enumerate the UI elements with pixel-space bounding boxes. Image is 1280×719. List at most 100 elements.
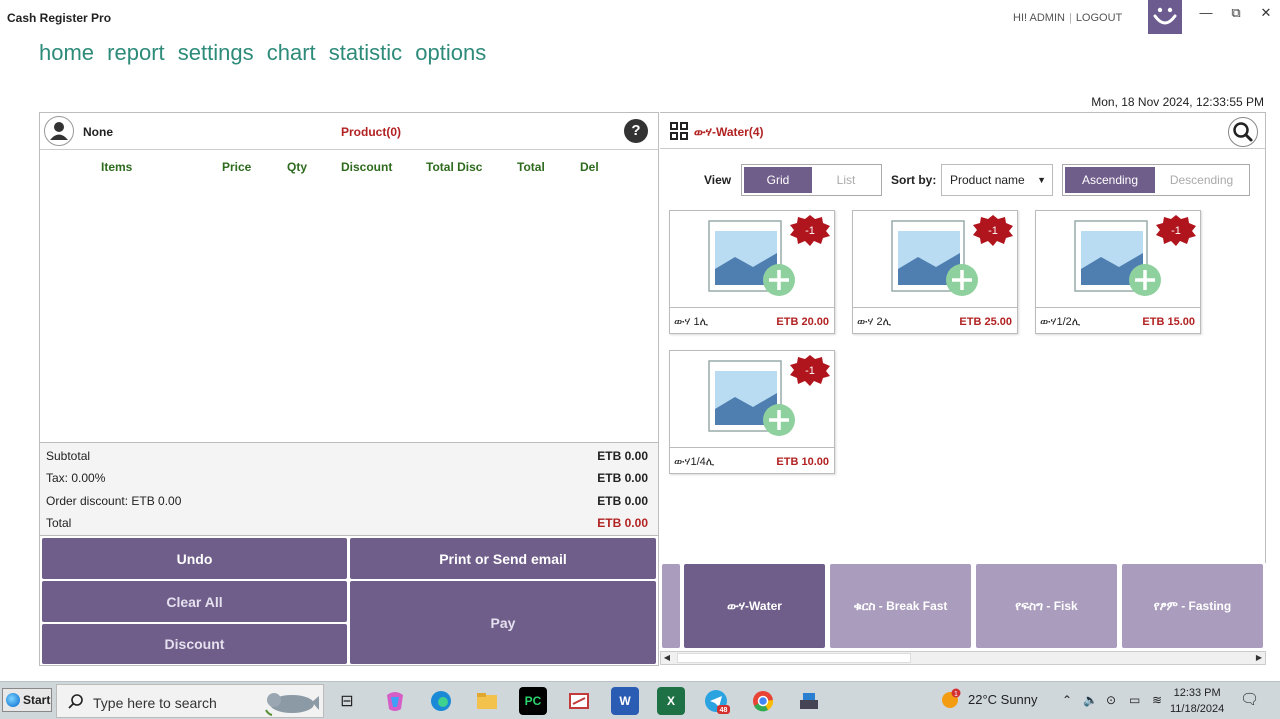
battery-icon[interactable]: ▭ bbox=[1129, 693, 1140, 707]
category-grid-icon[interactable] bbox=[670, 122, 688, 140]
clock-time: 12:33 PM bbox=[1173, 687, 1221, 699]
file-explorer-icon[interactable] bbox=[473, 687, 501, 715]
product-footer: ውሃ1/2ሊ ETB 15.00 bbox=[1036, 307, 1200, 333]
discount-badge-icon: -1 bbox=[790, 215, 830, 246]
copilot-icon[interactable] bbox=[381, 687, 409, 715]
product-footer: ውሃ 1ሊ ETB 20.00 bbox=[670, 307, 834, 333]
ascending-button[interactable]: Ascending bbox=[1065, 167, 1155, 193]
product-card[interactable]: -1 ውሃ 2ሊ ETB 25.00 bbox=[852, 210, 1018, 334]
customer-name[interactable]: None bbox=[83, 125, 113, 139]
scroll-thumb[interactable] bbox=[677, 653, 911, 663]
customer-avatar-icon[interactable] bbox=[44, 116, 74, 146]
nav-chart[interactable]: chart bbox=[267, 40, 316, 65]
manatee-icon bbox=[265, 693, 319, 716]
greeting-label: HI! ADMIN bbox=[1013, 12, 1065, 24]
category-scrollbar[interactable]: ◀ ▶ bbox=[660, 651, 1266, 665]
col-items: Items bbox=[101, 160, 133, 174]
product-image-icon bbox=[891, 220, 978, 296]
minimize-button[interactable]: — bbox=[1194, 4, 1218, 24]
sort-value: Product name bbox=[950, 173, 1025, 187]
telegram-icon[interactable]: 48 bbox=[703, 687, 731, 715]
start-button[interactable]: Start bbox=[2, 688, 52, 712]
title-bar: Cash Register Pro HI! ADMIN | LOGOUT — ⧉ ✕ bbox=[0, 0, 1280, 36]
pay-button[interactable]: Pay bbox=[350, 581, 656, 664]
product-price: ETB 15.00 bbox=[1142, 316, 1195, 328]
category-bar: ውሃ-Water(4) bbox=[660, 112, 1266, 149]
subtotal-label: Subtotal bbox=[46, 449, 91, 463]
category-title: ውሃ-Water(4) bbox=[694, 125, 764, 139]
order-discount-label: Order discount: ETB 0.00 bbox=[46, 494, 182, 508]
word-icon[interactable]: W bbox=[611, 687, 639, 715]
system-clock[interactable]: 12:33 PM 11/18/2024 bbox=[1170, 685, 1224, 717]
descending-button[interactable]: Descending bbox=[1155, 167, 1248, 193]
total-row: Total ETB 0.00 bbox=[46, 516, 648, 532]
order-discount-row: Order discount: ETB 0.00 ETB 0.00 bbox=[46, 494, 648, 510]
search-icon bbox=[68, 694, 83, 709]
main-nav: home report settings chart statistic opt… bbox=[39, 40, 493, 66]
clear-all-button[interactable]: Clear All bbox=[42, 581, 347, 622]
nav-settings[interactable]: settings bbox=[178, 40, 254, 65]
discount-badge-icon: -1 bbox=[1156, 215, 1196, 246]
chrome-icon[interactable] bbox=[749, 687, 777, 715]
view-toggle: Grid List bbox=[741, 164, 882, 196]
category-tab-breakfast[interactable]: ቁርስ - Break Fast bbox=[830, 564, 971, 648]
separator: | bbox=[1068, 12, 1072, 24]
logout-link[interactable]: LOGOUT bbox=[1076, 12, 1122, 24]
svg-text:48: 48 bbox=[720, 707, 728, 714]
print-email-button[interactable]: Print or Send email bbox=[350, 538, 656, 579]
category-tab-fasting[interactable]: የፆም - Fasting bbox=[1122, 564, 1263, 648]
scroll-left-icon[interactable]: ◀ bbox=[661, 652, 673, 664]
wifi-icon[interactable]: ≋ bbox=[1152, 693, 1162, 707]
product-footer: ውሃ1/4ሊ ETB 10.00 bbox=[670, 447, 834, 473]
help-icon[interactable]: ? bbox=[624, 119, 648, 143]
task-view-icon[interactable]: ⊟ bbox=[333, 687, 361, 715]
restore-button[interactable]: ⧉ bbox=[1224, 4, 1248, 24]
nav-report[interactable]: report bbox=[107, 40, 164, 65]
pycharm-icon[interactable]: PC bbox=[519, 687, 547, 715]
search-icon[interactable] bbox=[1228, 117, 1258, 147]
svg-text:-1: -1 bbox=[805, 365, 815, 377]
svg-text:-1: -1 bbox=[1171, 225, 1181, 237]
scroll-right-icon[interactable]: ▶ bbox=[1253, 652, 1265, 664]
product-name: ውሃ 2ሊ bbox=[857, 316, 892, 328]
chevron-up-icon[interactable]: ⌃ bbox=[1062, 693, 1072, 707]
category-tab-water[interactable]: ውሃ-Water bbox=[684, 564, 825, 648]
product-name: ውሃ1/2ሊ bbox=[1040, 316, 1081, 328]
category-tabs: ውሃ-Water ቁርስ - Break Fast የፍስግ - Fisk የፆ… bbox=[660, 563, 1266, 651]
product-card[interactable]: -1 ውሃ1/2ሊ ETB 15.00 bbox=[1035, 210, 1201, 334]
weather-label[interactable]: 22°C Sunny bbox=[968, 692, 1038, 707]
sort-order-toggle: Ascending Descending bbox=[1062, 164, 1250, 196]
start-logo-icon bbox=[6, 693, 20, 707]
subtotal-row: Subtotal ETB 0.00 bbox=[46, 449, 648, 465]
taskbar-search[interactable]: Type here to search bbox=[56, 684, 324, 718]
nav-options[interactable]: options bbox=[415, 40, 486, 65]
snipping-tool-icon[interactable] bbox=[565, 687, 593, 715]
nav-home[interactable]: home bbox=[39, 40, 94, 65]
notification-icon[interactable]: 🗨 bbox=[1240, 690, 1259, 708]
clock-date: 11/18/2024 bbox=[1170, 703, 1225, 715]
undo-button[interactable]: Undo bbox=[42, 538, 347, 579]
product-footer: ውሃ 2ሊ ETB 25.00 bbox=[853, 307, 1017, 333]
customer-bar: None Product(0) ? bbox=[40, 113, 658, 150]
sort-label: Sort by: bbox=[891, 173, 937, 187]
sort-select[interactable]: Product name ▼ bbox=[941, 164, 1053, 196]
svg-text:-1: -1 bbox=[988, 225, 998, 237]
edge-icon[interactable] bbox=[427, 687, 455, 715]
order-panel: None Product(0) ? Items Price Qty Discou… bbox=[39, 112, 659, 666]
sync-icon[interactable]: ⊙ bbox=[1106, 693, 1116, 707]
start-label: Start bbox=[23, 693, 51, 707]
discount-button[interactable]: Discount bbox=[42, 624, 347, 664]
category-tab-partial[interactable] bbox=[662, 564, 680, 648]
weather-icon[interactable]: 1 bbox=[940, 688, 962, 713]
product-card[interactable]: -1 ውሃ1/4ሊ ETB 10.00 bbox=[669, 350, 835, 474]
view-list-button[interactable]: List bbox=[812, 167, 880, 193]
close-button[interactable]: ✕ bbox=[1254, 4, 1278, 24]
view-grid-button[interactable]: Grid bbox=[744, 167, 812, 193]
volume-icon[interactable]: 🔈 bbox=[1083, 693, 1098, 707]
col-total-disc: Total Disc bbox=[426, 160, 483, 174]
category-tab-fisk[interactable]: የፍስግ - Fisk bbox=[976, 564, 1117, 648]
product-card[interactable]: -1 ውሃ 1ሊ ETB 20.00 bbox=[669, 210, 835, 334]
nav-statistic[interactable]: statistic bbox=[329, 40, 402, 65]
excel-icon[interactable]: X bbox=[657, 687, 685, 715]
cash-register-app-icon[interactable] bbox=[795, 687, 823, 715]
